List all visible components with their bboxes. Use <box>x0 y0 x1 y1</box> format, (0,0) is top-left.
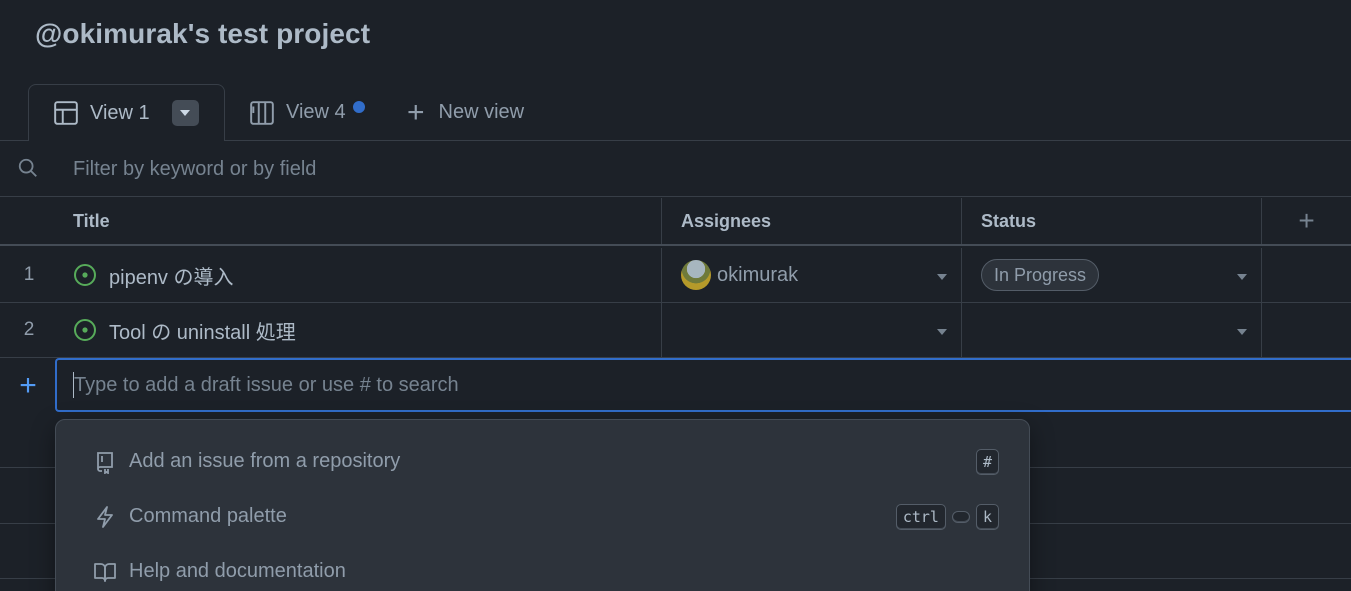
table-icon <box>54 101 78 125</box>
add-field-button[interactable]: + <box>1262 198 1351 244</box>
tab-label: View 1 <box>90 101 150 124</box>
column-header-status[interactable]: Status <box>981 198 1036 244</box>
issue-title-link[interactable]: Tool の uninstall 処理 <box>109 303 296 357</box>
issue-title-link[interactable]: pipenv の導入 <box>109 248 234 302</box>
cell-divider <box>661 303 662 357</box>
cell-divider <box>1261 303 1262 357</box>
filter-bar <box>0 141 1351 197</box>
search-icon <box>18 158 37 177</box>
table-header: Title Assignees Status + <box>0 198 1351 246</box>
new-view-button[interactable]: + New view <box>407 84 524 141</box>
menu-item-label: Command palette <box>129 505 287 527</box>
repo-icon <box>97 451 113 474</box>
avatar <box>681 260 711 290</box>
column-divider[interactable] <box>661 198 662 244</box>
kbd-key: ctrl <box>895 503 946 530</box>
assignee-name[interactable]: okimurak <box>717 248 798 302</box>
text-cursor <box>73 372 74 398</box>
keyboard-shortcut: ctrl k <box>895 503 999 530</box>
triangle-down-icon <box>180 110 191 116</box>
menu-item-label: Help and documentation <box>129 560 346 582</box>
chevron-down-icon[interactable] <box>937 274 947 280</box>
unsaved-changes-dot <box>351 99 367 115</box>
column-header-assignees[interactable]: Assignees <box>681 198 771 244</box>
table-row[interactable]: 1 pipenv の導入 okimurak In Progress <box>0 248 1351 303</box>
issue-opened-icon <box>74 264 96 286</box>
kbd-key: k <box>975 503 999 530</box>
status-badge[interactable]: In Progress <box>981 259 1100 291</box>
row-number: 2 <box>23 319 35 340</box>
view-tabs: View 1 View 4 + New view <box>0 84 1351 142</box>
add-item-row: + <box>0 358 1351 414</box>
plus-icon: + <box>407 95 425 129</box>
filter-input[interactable] <box>73 155 673 183</box>
column-divider[interactable] <box>961 198 962 244</box>
cell-divider <box>961 303 962 357</box>
menu-item-add-issue[interactable]: Add an issue from a repository # <box>56 434 1029 489</box>
project-title: @okimurak's test project <box>35 18 371 49</box>
tab-view-4[interactable]: View 4 <box>249 84 367 141</box>
kbd-key: # <box>975 448 999 475</box>
book-icon <box>94 562 116 582</box>
kbd-separator <box>951 510 970 523</box>
project-page: @okimurak's test project View 1 View 4 +… <box>0 0 1351 591</box>
cell-divider <box>961 248 962 302</box>
add-item-input[interactable] <box>55 358 1351 412</box>
tab-view-1[interactable]: View 1 <box>28 84 225 142</box>
menu-item-help[interactable]: Help and documentation <box>56 544 1029 591</box>
cell-divider <box>1261 248 1262 302</box>
keyboard-shortcut: # <box>975 448 999 475</box>
table-row[interactable]: 2 Tool の uninstall 処理 <box>0 303 1351 358</box>
menu-item-command-palette[interactable]: Command palette ctrl k <box>56 489 1029 544</box>
column-header-title[interactable]: Title <box>73 198 110 244</box>
zap-icon <box>97 505 113 528</box>
tab-label: New view <box>438 101 525 123</box>
plus-icon[interactable]: + <box>0 358 56 414</box>
chevron-down-icon[interactable] <box>1237 329 1247 335</box>
chevron-down-icon[interactable] <box>937 329 947 335</box>
tab-label: View 4 <box>286 101 346 123</box>
board-icon <box>250 100 274 125</box>
add-item-menu: Add an issue from a repository # Command… <box>55 419 1030 591</box>
issue-opened-icon <box>74 319 96 341</box>
menu-item-label: Add an issue from a repository <box>129 450 401 472</box>
view-options-button[interactable] <box>171 100 199 126</box>
cell-divider <box>661 248 662 302</box>
chevron-down-icon[interactable] <box>1237 274 1247 280</box>
row-number: 1 <box>23 264 35 285</box>
